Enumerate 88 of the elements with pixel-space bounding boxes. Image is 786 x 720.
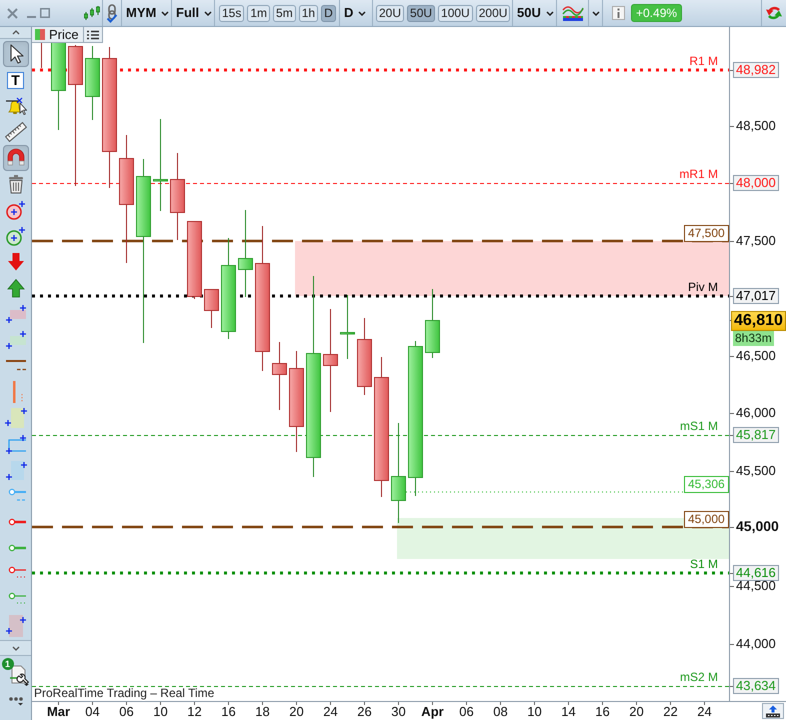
info-icon[interactable] <box>612 6 625 20</box>
sync-icon[interactable] <box>765 4 783 22</box>
level-price-label: 48,000 <box>733 175 779 191</box>
units-button[interactable]: 200U <box>476 4 510 22</box>
date-label: 14 <box>561 704 576 719</box>
date-label: 06 <box>119 704 134 719</box>
price-tick-label: 45,500 <box>736 463 776 478</box>
timeframe-button[interactable]: 15s <box>219 4 244 22</box>
level-label: mS1 M <box>680 420 718 433</box>
period-dropdown[interactable]: D <box>340 0 366 26</box>
text-tool-button[interactable]: T <box>2 67 28 93</box>
date-label: 26 <box>357 704 372 719</box>
candle <box>272 342 287 410</box>
price-line-label: 47,500 <box>684 225 729 242</box>
level-label: S1 M <box>690 558 718 571</box>
date-label: 24 <box>697 704 712 719</box>
timeframe-button[interactable]: 5m <box>273 4 296 22</box>
more-icon[interactable] <box>8 696 24 706</box>
price-tick-label: 47,500 <box>736 233 776 248</box>
date-label: 30 <box>391 704 406 719</box>
units-dropdown[interactable]: 50U <box>513 0 554 26</box>
caret-icon[interactable] <box>161 10 170 16</box>
caret-icon[interactable] <box>358 10 366 16</box>
level-price-label: 47,017 <box>733 288 779 304</box>
level-price-label: 44,616 <box>733 565 779 581</box>
countdown-label: 8h33m <box>733 331 774 346</box>
level-price-label: 45,817 <box>733 427 779 443</box>
level-label: R1 M <box>689 55 718 68</box>
notification-badge: 1 <box>2 658 14 670</box>
list-icon[interactable] <box>86 30 99 40</box>
price-tick-label: 48,500 <box>736 118 776 133</box>
price-line-label: 45,000 <box>684 511 729 528</box>
current-price-label: 46,810 <box>731 311 786 331</box>
level-label: Piv M <box>688 281 718 294</box>
date-label: 12 <box>187 704 202 719</box>
date-label: 22 <box>663 704 678 719</box>
chevron-up-icon[interactable] <box>12 30 20 35</box>
date-label: 18 <box>255 704 270 719</box>
tools-menu-button[interactable]: 1 <box>2 658 30 686</box>
date-label: 04 <box>85 704 100 719</box>
timeframe-button[interactable]: 1m <box>247 4 270 22</box>
candle <box>425 288 440 358</box>
swatch-icon <box>35 29 45 40</box>
scroll-latest-button[interactable] <box>762 703 784 719</box>
link-icon[interactable] <box>106 4 118 22</box>
level-price-label: 48,982 <box>733 62 779 78</box>
date-label: 20 <box>289 704 304 719</box>
units-button[interactable]: 100U <box>438 4 473 22</box>
price-tick-label: 46,000 <box>736 405 776 420</box>
date-label: 16 <box>221 704 236 719</box>
timeframe-button[interactable]: 1h <box>298 4 318 22</box>
units-button[interactable]: 50U <box>407 4 436 22</box>
level-label: mR1 M <box>679 168 718 181</box>
candlestick-icon[interactable] <box>84 5 100 21</box>
date-label: Apr <box>421 704 444 719</box>
candle <box>340 294 355 360</box>
caret-icon[interactable] <box>592 10 600 16</box>
price-line-label: 45,306 <box>684 476 729 493</box>
indicator-icon[interactable] <box>562 4 584 22</box>
chevron-down-icon[interactable] <box>12 646 20 650</box>
arrow-up-bar-icon[interactable] <box>765 704 781 718</box>
timeframe-button[interactable]: D <box>321 4 336 22</box>
maximize-icon[interactable] <box>40 8 50 18</box>
close-icon[interactable] <box>7 8 18 18</box>
candle <box>204 288 219 328</box>
legend-menu-button[interactable] <box>84 27 103 43</box>
footer-text: ProRealTime Trading – Real Time <box>34 687 214 700</box>
mode-dropdown[interactable]: Full <box>172 0 212 26</box>
level-label: mS2 M <box>680 671 718 684</box>
caret-icon[interactable] <box>546 10 554 16</box>
date-label: Mar <box>46 704 70 719</box>
date-label: 06 <box>459 704 474 719</box>
level-price-label: 43,634 <box>733 678 779 694</box>
date-label: 10 <box>527 704 542 719</box>
price-tick-label: 45,000 <box>736 519 779 534</box>
change-badge: +0.49% <box>631 4 682 22</box>
legend-text: Price <box>49 27 79 42</box>
date-label: 16 <box>595 704 610 719</box>
units-button[interactable]: 20U <box>376 4 404 22</box>
date-label: 24 <box>323 704 338 719</box>
caret-icon[interactable] <box>204 10 212 16</box>
date-label: 10 <box>153 704 168 719</box>
price-tick-label: 44,500 <box>736 578 776 593</box>
price-tick-label: 46,500 <box>736 348 776 363</box>
price-tick-label: 44,000 <box>736 636 776 651</box>
symbol-dropdown[interactable]: MYM <box>122 0 170 26</box>
date-label: 20 <box>629 704 644 719</box>
date-label: 08 <box>493 704 508 719</box>
